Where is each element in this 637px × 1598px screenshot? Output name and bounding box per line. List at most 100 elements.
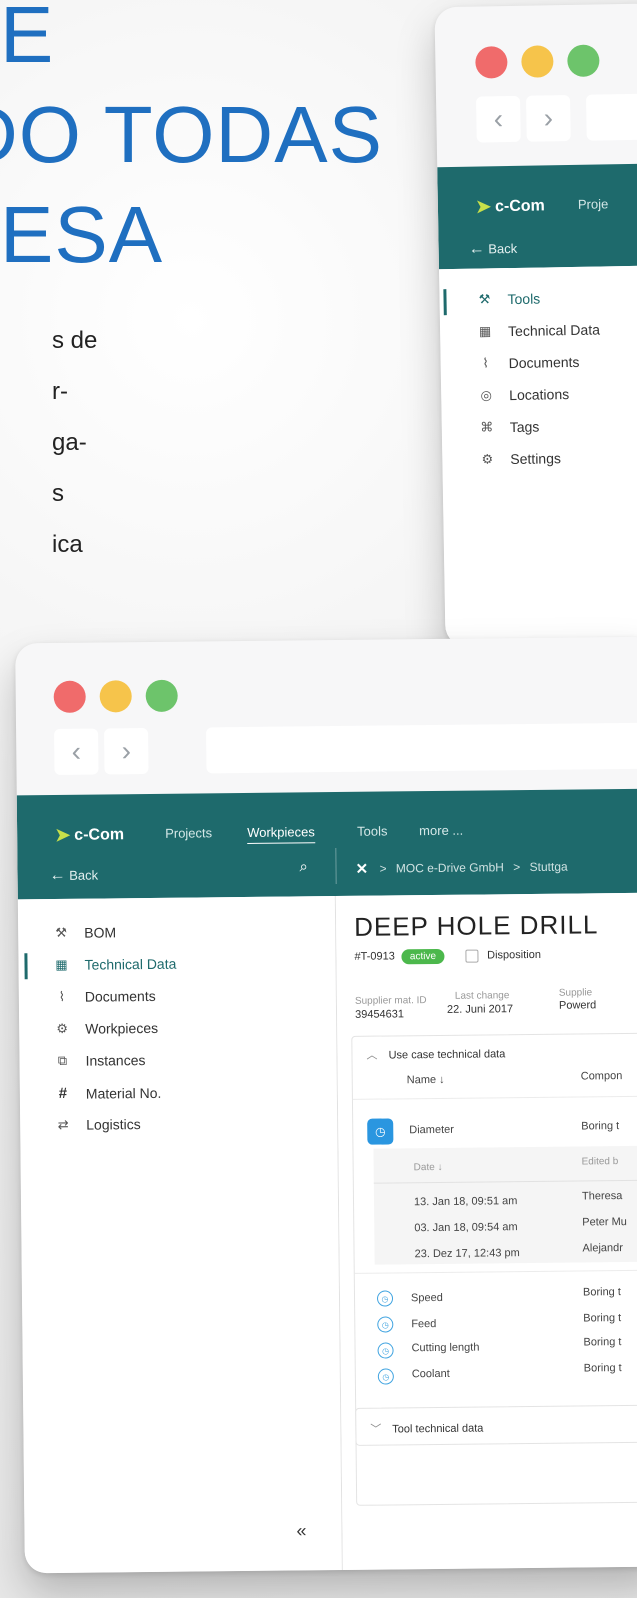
back-label: Back bbox=[69, 867, 99, 883]
nav-workpieces[interactable]: Workpieces bbox=[247, 824, 315, 844]
browser-forward-button[interactable]: › bbox=[525, 94, 571, 142]
breadcrumb-company[interactable]: MOC e-Drive GmbH bbox=[396, 860, 504, 875]
history-icon[interactable]: ◷ bbox=[377, 1316, 394, 1333]
sidebar-item-documents[interactable]: ⌇ Documents bbox=[51, 988, 156, 1005]
sidebar-item-label: BOM bbox=[84, 924, 117, 941]
param-value-speed: Boring t bbox=[582, 1286, 621, 1299]
disposition-checkbox[interactable] bbox=[465, 949, 479, 963]
window-close-dot[interactable] bbox=[475, 46, 508, 79]
back-arrow-icon: ← bbox=[468, 240, 485, 258]
document-grid-icon: ▦ bbox=[478, 323, 492, 339]
hero-paragraph-line: ica bbox=[52, 531, 83, 558]
window-maximize-dot[interactable] bbox=[567, 44, 600, 78]
browser-forward-button[interactable]: › bbox=[104, 727, 149, 775]
sidebar-item-locations[interactable]: ◎ Locations bbox=[475, 386, 569, 404]
close-icon[interactable]: ✕ bbox=[355, 860, 368, 878]
tool-section-title: Tool technical data bbox=[392, 1422, 484, 1436]
breadcrumb-separator: > bbox=[379, 861, 387, 876]
breadcrumb: > MOC e-Drive GmbH > Stuttga bbox=[379, 860, 567, 876]
sidebar-item-material-no[interactable]: # Material No. bbox=[52, 1084, 162, 1102]
sidebar-item-tools[interactable]: ⚒ Tools bbox=[473, 291, 541, 308]
nav-projects[interactable]: Projects bbox=[165, 825, 212, 840]
component-column-header[interactable]: Compon bbox=[581, 1070, 623, 1082]
sidebar-item-label: Documents bbox=[508, 353, 580, 372]
browser-back-button[interactable]: ‹ bbox=[475, 95, 521, 143]
browser-window-technical-data: ‹ › ➤ c-Com Projects Workpieces Tools mo… bbox=[15, 636, 637, 1574]
param-name-speed: Speed bbox=[410, 1291, 443, 1305]
row-divider bbox=[352, 1095, 637, 1100]
name-column-header[interactable]: Name ↓ bbox=[407, 1074, 445, 1086]
sidebar-item-documents[interactable]: ⌇ Documents bbox=[475, 353, 580, 372]
sidebar-item-label: Tags bbox=[509, 418, 540, 436]
window-minimize-dot[interactable] bbox=[521, 45, 554, 78]
header-divider bbox=[335, 848, 337, 885]
document-grid-icon: ▦ bbox=[55, 956, 68, 972]
sidebar-item-label: Instances bbox=[85, 1052, 146, 1069]
history-date: 13. Jan 18, 09:51 am bbox=[413, 1195, 518, 1209]
history-editor: Theresa bbox=[581, 1190, 623, 1203]
app-logo[interactable]: ➤ c-Com bbox=[55, 824, 124, 846]
tool-technical-data-card[interactable]: ﹀ Tool technical data bbox=[355, 1404, 637, 1446]
location-pin-icon: ◎ bbox=[480, 387, 493, 403]
use-case-section-header[interactable]: ︿ Use case technical data bbox=[366, 1045, 505, 1062]
window-close-dot[interactable] bbox=[53, 680, 86, 713]
sidebar-item-technical-data[interactable]: ▦ Technical Data bbox=[50, 956, 176, 973]
sidebar-item-technical-data[interactable]: ▦ Technical Data bbox=[474, 321, 600, 339]
history-icon[interactable]: ◷ bbox=[377, 1368, 394, 1385]
app-header: ➤ c-Com Proje ← Back bbox=[437, 162, 637, 270]
history-icon[interactable]: ◷ bbox=[367, 1118, 394, 1145]
logo-arrow-icon: ➤ bbox=[475, 196, 492, 217]
address-bar[interactable] bbox=[585, 92, 637, 141]
sidebar-item-logistics[interactable]: ⇄ Logistics bbox=[52, 1116, 141, 1133]
param-value-coolant: Boring t bbox=[583, 1362, 622, 1375]
logo-text: c-Com bbox=[494, 196, 545, 215]
back-link[interactable]: ← Back bbox=[469, 240, 518, 259]
breadcrumb-location[interactable]: Stuttga bbox=[530, 860, 568, 874]
sidebar-item-instances[interactable]: ⧉ Instances bbox=[51, 1052, 146, 1069]
chevron-down-icon: ﹀ bbox=[370, 1423, 382, 1436]
sidebar-item-label: Locations bbox=[509, 386, 570, 404]
app-logo[interactable]: ➤ c-Com bbox=[476, 195, 545, 217]
history-date: 23. Dez 17, 12:43 pm bbox=[414, 1247, 520, 1261]
supplier-mat-id-value: 39454631 bbox=[354, 1008, 405, 1021]
sidebar-item-label: Logistics bbox=[86, 1116, 141, 1133]
sidebar-active-indicator bbox=[24, 953, 28, 980]
nav-projects-partial[interactable]: Proje bbox=[578, 196, 609, 212]
window-maximize-dot[interactable] bbox=[145, 679, 178, 713]
sidebar-item-bom[interactable]: ⚒ BOM bbox=[50, 924, 116, 941]
workpiece-icon: ⚙ bbox=[56, 1020, 69, 1036]
last-change-label: Last change bbox=[454, 990, 510, 1002]
nav-more[interactable]: more ... bbox=[419, 823, 463, 838]
sliders-icon: ⚙ bbox=[481, 451, 494, 467]
last-change-value: 22. Juni 2017 bbox=[446, 1003, 514, 1016]
sidebar-item-workpieces[interactable]: ⚙ Workpieces bbox=[51, 1020, 158, 1037]
nav-tools[interactable]: Tools bbox=[357, 823, 388, 838]
logo-arrow-icon: ➤ bbox=[55, 824, 71, 845]
back-link[interactable]: ← Back bbox=[49, 867, 98, 886]
browser-back-button[interactable]: ‹ bbox=[54, 728, 99, 775]
logistics-icon: ⇄ bbox=[57, 1116, 69, 1132]
page-title: DEEP HOLE DRILL bbox=[353, 909, 599, 942]
param-value-feed: Boring t bbox=[583, 1312, 622, 1325]
hero-paragraph-line: r- bbox=[52, 378, 68, 405]
edited-by-column-header[interactable]: Edited b bbox=[582, 1156, 619, 1167]
history-icon[interactable]: ◷ bbox=[376, 1290, 394, 1307]
param-name-coolant: Coolant bbox=[411, 1367, 450, 1381]
sidebar-item-settings[interactable]: ⚙ Settings bbox=[476, 450, 561, 467]
wrench-icon: ⚒ bbox=[478, 291, 491, 307]
search-icon[interactable]: ⌕ bbox=[299, 858, 308, 875]
hero-paragraph-line: ga- bbox=[52, 429, 87, 456]
back-label: Back bbox=[488, 240, 518, 257]
sidebar-item-label: Material No. bbox=[85, 1084, 162, 1102]
row-divider bbox=[354, 1269, 637, 1274]
history-icon[interactable]: ◷ bbox=[377, 1342, 394, 1359]
sidebar-item-label: Documents bbox=[84, 987, 156, 1005]
date-column-header[interactable]: Date ↓ bbox=[414, 1162, 443, 1173]
window-minimize-dot[interactable] bbox=[99, 680, 132, 713]
sidebar-item-tags[interactable]: ⌘ Tags bbox=[476, 418, 540, 436]
address-bar[interactable] bbox=[206, 722, 637, 774]
browser-window-tools: ‹ › ➤ c-Com Proje ← Back ⚒ Tools ▦ Techn… bbox=[434, 2, 637, 648]
collapse-sidebar-icon[interactable]: « bbox=[296, 1520, 306, 1541]
hero-paragraph-line: s de bbox=[52, 327, 98, 354]
disposition-label: Disposition bbox=[487, 948, 542, 962]
